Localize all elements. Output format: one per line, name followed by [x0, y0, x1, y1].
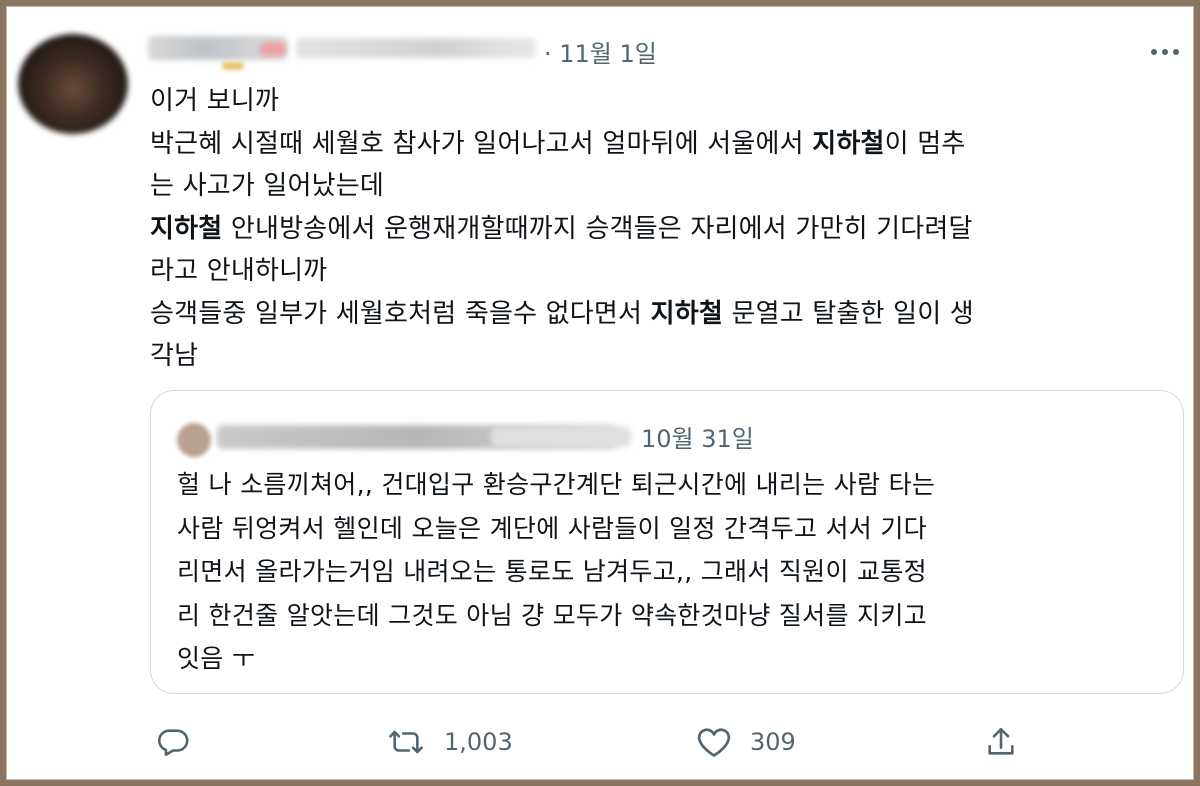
more-options-icon[interactable] — [1148, 40, 1182, 64]
retweet-count: 1,003 — [444, 728, 513, 756]
quoted-avatar — [177, 423, 211, 457]
quoted-blurred-handle — [491, 427, 631, 447]
share-button[interactable] — [984, 722, 1018, 762]
blurred-handle[interactable] — [296, 38, 536, 58]
blurred-emoji — [222, 62, 244, 70]
reply-icon — [156, 725, 190, 759]
avatar[interactable] — [18, 34, 128, 134]
share-icon — [984, 725, 1018, 759]
tweet-text-bold-segment: 지하철 — [812, 128, 885, 159]
tweet-text: 이거 보니까 박근혜 시절때 세월호 참사가 일어나고서 얼마뒤에 서울에서 지… — [150, 80, 1180, 378]
retweet-button[interactable]: 1,003 — [386, 722, 513, 762]
quoted-tweet-text: 헐 나 소름끼쳐어,, 건대입구 환승구간계단 퇴근시간에 내리는 사람 타는 … — [177, 470, 936, 673]
reply-button[interactable] — [156, 722, 190, 762]
tweet-text-bold-segment: 지하철 — [150, 213, 223, 244]
like-count: 309 — [750, 728, 796, 756]
quoted-tweet[interactable]: 10월 31일 헐 나 소름끼쳐어,, 건대입구 환승구간계단 퇴근시간에 내리… — [150, 390, 1184, 694]
quoted-tweet-date: 10월 31일 — [641, 425, 754, 453]
retweet-icon — [386, 725, 426, 759]
tweet: · 11월 1일 이거 보니까 박근혜 시절때 세월호 참사가 일어나고서 얼마… — [0, 0, 1200, 786]
tweet-actions: 1,003 309 — [150, 722, 1050, 762]
tweet-text-segment: 이거 보니까 박근혜 시절때 세월호 참사가 일어나고서 얼마뒤에 서울에서 — [150, 86, 804, 159]
heart-icon — [696, 725, 732, 759]
like-button[interactable]: 309 — [696, 722, 796, 762]
blurred-badge — [260, 42, 286, 56]
tweet-date[interactable]: · 11월 1일 — [544, 34, 657, 69]
tweet-text-bold-segment: 지하철 — [650, 298, 723, 329]
